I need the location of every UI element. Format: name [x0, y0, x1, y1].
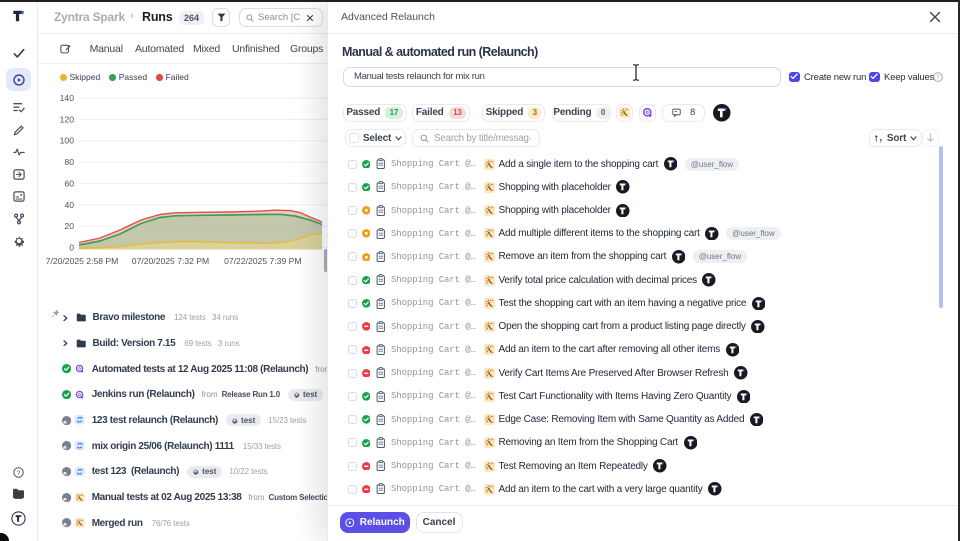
svg-text:?: ?: [17, 470, 21, 477]
svg-text:40: 40: [64, 200, 74, 210]
svg-text:20: 20: [64, 221, 74, 231]
svg-text:7/20/2025 2:58 PM: 7/20/2025 2:58 PM: [46, 256, 119, 266]
svg-text:07/20/2025 7:32 PM: 07/20/2025 7:32 PM: [132, 256, 209, 266]
svg-text:140: 140: [60, 93, 75, 103]
svg-text:0: 0: [69, 243, 74, 253]
svg-text:60: 60: [64, 178, 74, 188]
svg-text:?: ?: [936, 74, 940, 81]
svg-text:80: 80: [64, 157, 74, 167]
svg-text:100: 100: [60, 136, 75, 146]
svg-text:120: 120: [60, 114, 75, 124]
svg-text:07/22/2025 7:39 PM: 07/22/2025 7:39 PM: [224, 256, 301, 266]
